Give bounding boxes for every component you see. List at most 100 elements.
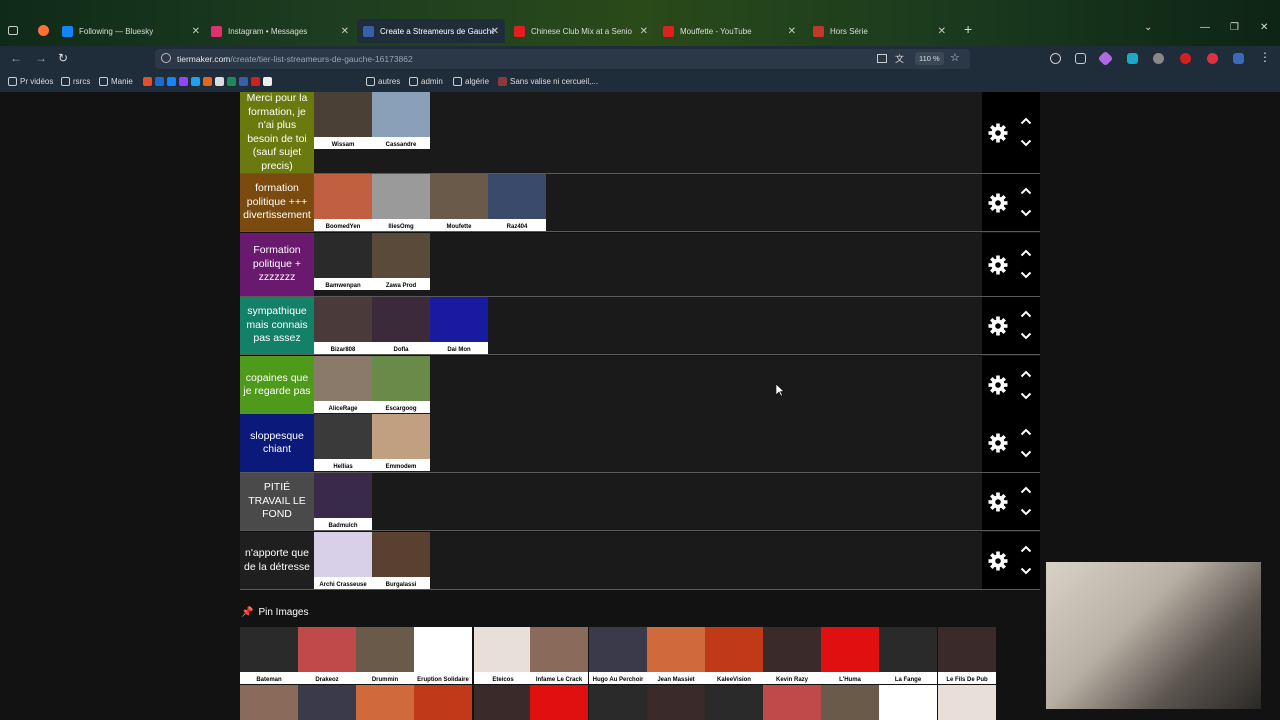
tier-item-card[interactable]: Raz404 [488,174,546,231]
tab-close-icon[interactable]: ✕ [192,26,200,37]
browser-tab[interactable]: Instagram • Messages ✕ [205,19,355,43]
pool-image-card[interactable]: Eruption Solidaire [414,627,472,684]
bookmark-icon[interactable] [203,77,212,86]
bookmark-icon[interactable] [239,77,248,86]
pool-image-card[interactable]: Kevin Razy [763,627,821,684]
move-up-chevron-icon[interactable] [1020,308,1032,320]
tier-item-card[interactable]: IliesOmg [372,174,430,231]
tier-label[interactable]: sloppesque chiant [240,414,314,472]
gear-icon[interactable] [988,255,1008,275]
pool-image-card[interactable]: Drummin [356,627,414,684]
extension-mask-icon[interactable] [1153,53,1164,64]
pool-image-card[interactable] [298,685,356,720]
tab-close-icon[interactable]: ✕ [640,26,648,37]
pool-image-card[interactable] [821,685,879,720]
reader-mode-icon[interactable] [877,54,887,63]
pool-image-card[interactable] [474,685,532,720]
browser-tab[interactable]: Hors Série ✕ [807,19,952,43]
tier-label[interactable]: sympathique mais connais pas assez [240,297,314,354]
pool-image-card[interactable]: KaleeVision [705,627,763,684]
browser-tab[interactable]: Mouffette - YouTube ✕ [657,19,802,43]
tab-list-chevron-icon[interactable]: ⌄ [1144,22,1152,33]
gear-icon[interactable] [988,551,1008,571]
tier-item-card[interactable]: Emmodem [372,414,430,471]
bookmark-sans-valise[interactable]: Sans valise ni cercueil,... [498,77,598,86]
tier-item-card[interactable]: Bamwenpan [314,233,372,290]
gear-icon[interactable] [988,123,1008,143]
pin-images-heading[interactable]: 📌 Pin Images [241,607,308,618]
tier-item-card[interactable]: Hellias [314,414,372,471]
gear-icon[interactable] [988,316,1008,336]
tier-item-card[interactable]: Zawa Prod [372,233,430,290]
browser-tab[interactable]: Chinese Club Mix at a Senio ✕ [508,19,654,43]
pool-image-card[interactable]: Jean Massiet [647,627,705,684]
tier-label[interactable]: formation politique +++ divertissement [240,174,314,231]
tier-item-card[interactable]: AliceRage [314,356,372,413]
pool-image-card[interactable] [530,685,588,720]
move-up-chevron-icon[interactable] [1020,426,1032,438]
site-info-icon[interactable] [161,53,171,63]
move-down-chevron-icon[interactable] [1020,207,1032,219]
move-up-chevron-icon[interactable] [1020,115,1032,127]
browser-tab[interactable]: Following — Bluesky ✕ [56,19,206,43]
pool-image-card[interactable]: Drakeoz [298,627,356,684]
tier-item-card[interactable]: Moufette [430,174,488,231]
extension-blue-icon[interactable] [1233,53,1244,64]
bookmark-folder-pr-videos[interactable]: Pr vidéos [8,77,53,86]
tier-label[interactable]: Formation politique + zzzzzzz [240,233,314,296]
bookmark-folder-admin[interactable]: admin [409,77,443,86]
extension-cyan-icon[interactable] [1127,53,1138,64]
tab-close-icon[interactable]: ✕ [788,26,796,37]
reload-button[interactable]: ↻ [58,51,68,65]
tier-label[interactable]: PITIÉ TRAVAIL LE FOND [240,473,314,530]
tier-item-card[interactable]: BoomedYen [314,174,372,231]
pool-image-card[interactable]: La Fange [879,627,937,684]
move-down-chevron-icon[interactable] [1020,269,1032,281]
gear-icon[interactable] [988,492,1008,512]
tier-item-card[interactable]: Bizar808 [314,297,372,354]
bookmark-icon[interactable] [251,77,260,86]
bookmark-star-icon[interactable]: ☆ [950,51,960,64]
zoom-level[interactable]: 110 % [915,52,944,65]
bookmark-icon[interactable] [227,77,236,86]
menu-icon[interactable]: ⋮ [1259,50,1271,64]
pool-image-card[interactable]: Le Fils De Pub [938,627,996,684]
account-icon[interactable] [1050,53,1061,64]
bookmark-icon[interactable] [263,77,272,86]
pool-image-card[interactable] [763,685,821,720]
pool-image-card[interactable]: Hugo Au Perchoir [589,627,647,684]
tier-item-card[interactable]: Escargoog [372,356,430,413]
pool-image-card[interactable] [938,685,996,720]
move-down-chevron-icon[interactable] [1020,137,1032,149]
extension-red-icon[interactable] [1207,53,1218,64]
move-down-chevron-icon[interactable] [1020,390,1032,402]
tab-close-icon[interactable]: ✕ [491,26,499,37]
adblock-icon[interactable] [1180,53,1191,64]
bookmark-folder-rsrcs[interactable]: rsrcs [61,77,90,86]
move-up-chevron-icon[interactable] [1020,543,1032,555]
address-bar[interactable]: tiermaker.com/create/tier-list-streameur… [155,49,970,69]
pool-image-card[interactable] [414,685,472,720]
bookmark-folder-autres[interactable]: autres [366,77,400,86]
tier-item-card[interactable]: Dofla [372,297,430,354]
tab-overview-icon[interactable] [8,26,18,35]
move-up-chevron-icon[interactable] [1020,247,1032,259]
new-tab-button[interactable]: + [964,21,972,37]
bookmark-icon[interactable] [215,77,224,86]
extension-purple-icon[interactable] [1097,50,1114,67]
tier-label[interactable]: Merci pour la formation, je n'ai plus be… [240,92,314,173]
pool-image-card[interactable] [705,685,763,720]
move-up-chevron-icon[interactable] [1020,484,1032,496]
pool-image-card[interactable]: Infame Le Crack [530,627,588,684]
pool-image-card[interactable] [356,685,414,720]
tier-item-card[interactable]: Badmulch [314,473,372,530]
bookmark-folder-algerie[interactable]: algérie [453,77,489,86]
pool-image-card[interactable] [647,685,705,720]
move-down-chevron-icon[interactable] [1020,448,1032,460]
gear-icon[interactable] [988,375,1008,395]
pool-image-card[interactable]: Eteicos [474,627,532,684]
extensions-icon[interactable] [1075,53,1086,64]
pool-image-card[interactable]: Bateman [240,627,298,684]
move-down-chevron-icon[interactable] [1020,330,1032,342]
gear-icon[interactable] [988,193,1008,213]
